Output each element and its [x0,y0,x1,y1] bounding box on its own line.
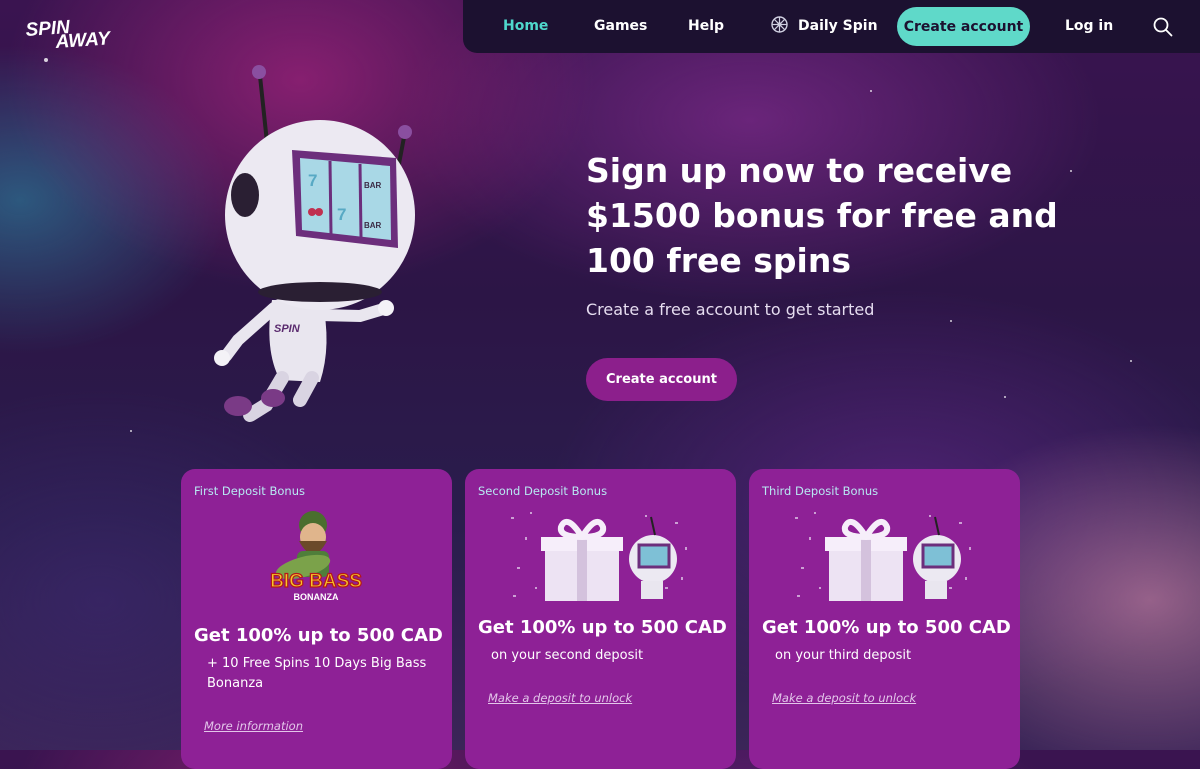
card-label: First Deposit Bonus [194,484,305,498]
more-information-link[interactable]: More information [204,719,303,733]
svg-text:BAR: BAR [364,181,382,190]
hero-title: Sign up now to receive $1500 bonus for f… [586,151,1058,280]
bonanza-logo-text: BONANZA [294,592,339,602]
nav-games[interactable]: Games [594,0,647,53]
card-label: Third Deposit Bonus [762,484,879,498]
search-icon[interactable] [1153,17,1173,37]
star [130,430,132,432]
hero-subtitle: Create a free account to get started [586,300,875,319]
nav-home[interactable]: Home [503,0,548,53]
first-deposit-bonus-card: First Deposit Bonus BIG BASS BONANZA Get… [181,469,452,769]
robot-mascot-illustration: SPIN 7 7 BAR BAR [214,65,415,422]
gift-robot-image [789,507,979,605]
star [1130,360,1132,362]
star [1004,396,1006,398]
star [870,90,872,92]
top-navigation: Home Games Help Daily Spin Create accoun… [463,0,1200,53]
nav-help[interactable]: Help [688,0,724,53]
hero-create-account-button[interactable]: Create account [586,358,737,401]
card-title: Get 100% up to 500 CAD [478,617,727,638]
card-subtitle: + 10 Free Spins 10 Days Big Bass Bonanza [207,656,427,691]
nav-daily-spin[interactable]: Daily Spin [771,0,878,53]
wheel-icon [771,16,788,33]
third-deposit-bonus-card: Third Deposit Bonus Get 100% up to 500 C… [749,469,1020,769]
star [44,58,48,62]
spinaway-logo[interactable]: SPIN AWAY [26,16,122,52]
card-label: Second Deposit Bonus [478,484,608,498]
card-subtitle: on your second deposit [491,648,644,663]
star [950,320,952,322]
card-title: Get 100% up to 500 CAD [762,617,1011,638]
big-bass-bonanza-image: BIG BASS BONANZA [269,511,363,602]
second-deposit-bonus-card: Second Deposit Bonus Get 100% up to 500 … [465,469,736,769]
svg-text:7: 7 [308,171,317,190]
nav-create-account-button[interactable]: Create account [897,7,1030,46]
svg-text:SPIN: SPIN [274,323,301,335]
card-subtitle: on your third deposit [775,648,912,663]
nav-daily-spin-label: Daily Spin [798,18,878,34]
gift-robot-image [505,507,695,605]
make-deposit-link[interactable]: Make a deposit to unlock [488,691,632,705]
big-bass-logo-text: BIG BASS [270,571,362,592]
make-deposit-link[interactable]: Make a deposit to unlock [772,691,916,705]
nav-log-in[interactable]: Log in [1065,0,1113,53]
card-title: Get 100% up to 500 CAD [194,625,443,646]
logo-text-away: AWAY [54,28,113,52]
svg-text:BAR: BAR [364,221,382,230]
svg-text:7: 7 [337,205,346,224]
